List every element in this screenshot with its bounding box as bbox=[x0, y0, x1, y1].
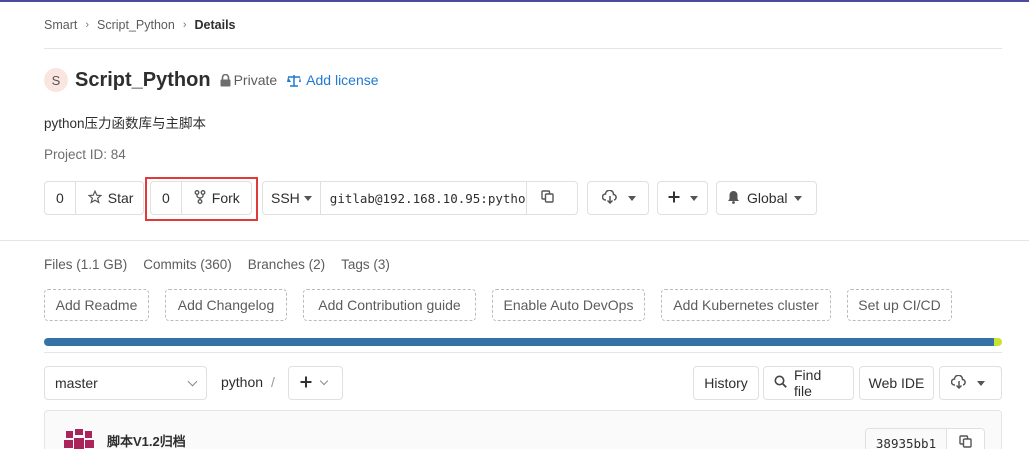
project-title-row: S Script_Python Private Add license bbox=[44, 68, 379, 92]
notification-dropdown[interactable]: Global bbox=[716, 181, 817, 215]
history-button[interactable]: History bbox=[693, 366, 759, 400]
add-license-link[interactable]: Add license bbox=[306, 72, 378, 88]
download-dropdown-inner bbox=[588, 182, 650, 214]
bell-icon bbox=[727, 190, 740, 207]
enable-auto-devops-button[interactable]: Enable Auto DevOps bbox=[492, 289, 645, 321]
files-stat[interactable]: Files (1.1 GB) bbox=[44, 257, 127, 272]
cloud-download-icon bbox=[950, 374, 967, 392]
repository-languages-bar[interactable] bbox=[44, 338, 1002, 346]
commits-stat[interactable]: Commits (360) bbox=[143, 257, 232, 272]
author-avatar[interactable] bbox=[62, 427, 96, 449]
language-segment[interactable] bbox=[994, 338, 1002, 346]
new-item-dropdown-inner bbox=[658, 182, 708, 214]
visibility-label: Private bbox=[233, 72, 278, 88]
breadcrumb-current[interactable]: Details bbox=[195, 18, 236, 32]
repo-path: python / bbox=[221, 374, 275, 390]
web-ide-button[interactable]: Web IDE bbox=[859, 366, 934, 400]
add-to-tree-dropdown[interactable] bbox=[288, 366, 343, 400]
breadcrumb-item-project[interactable]: Script_Python bbox=[97, 18, 175, 32]
caret-down-icon bbox=[794, 195, 803, 201]
last-commit-panel bbox=[44, 410, 1002, 449]
path-separator: / bbox=[271, 374, 275, 390]
caret-down-icon bbox=[628, 195, 636, 201]
page-title: Script_Python bbox=[75, 68, 211, 91]
breadcrumb: Smart › Script_Python › Details bbox=[44, 18, 236, 32]
language-segment[interactable] bbox=[44, 338, 995, 346]
plus-icon bbox=[300, 375, 312, 391]
plus-icon bbox=[668, 190, 680, 206]
new-item-dropdown[interactable] bbox=[657, 181, 708, 215]
clone-protocol-dropdown[interactable]: SSH bbox=[263, 182, 321, 214]
clone-url-input[interactable]: gitlab@192.168.10.95:python/Script_Pytho… bbox=[321, 191, 526, 206]
project-description: python压力函数库与主脚本 bbox=[44, 116, 207, 131]
project-id: Project ID: 84 bbox=[44, 147, 126, 162]
chevron-down-icon bbox=[319, 376, 329, 386]
project-stats: Files (1.1 GB) Commits (360) Branches (2… bbox=[44, 257, 390, 272]
star-button[interactable]: Star bbox=[76, 182, 146, 214]
breadcrumb-item-group[interactable]: Smart bbox=[44, 18, 77, 32]
highlight-box bbox=[145, 177, 258, 221]
chevron-right-icon: › bbox=[85, 19, 90, 31]
caret-down-icon bbox=[977, 380, 985, 386]
copy-sha-button[interactable] bbox=[946, 428, 985, 449]
add-contribution-guide-button[interactable]: Add Contribution guide bbox=[303, 289, 476, 321]
star-icon bbox=[87, 189, 103, 207]
tree-download-dropdown[interactable] bbox=[939, 366, 1002, 400]
add-to-tree-dropdown-inner bbox=[289, 367, 338, 399]
chevron-down-icon bbox=[187, 376, 198, 386]
divider bbox=[44, 352, 1002, 353]
divider bbox=[0, 240, 1029, 241]
tree-download-dropdown-inner bbox=[940, 367, 996, 399]
search-icon bbox=[774, 375, 787, 391]
find-file-inner: Find file bbox=[764, 367, 853, 399]
cloud-download-icon bbox=[601, 189, 618, 207]
top-accent-line bbox=[0, 0, 1029, 2]
star-button-group: 0 Star bbox=[44, 181, 144, 215]
scale-icon bbox=[287, 74, 302, 87]
star-count[interactable]: 0 bbox=[45, 182, 76, 214]
tags-stat[interactable]: Tags (3) bbox=[341, 257, 390, 272]
branches-stat[interactable]: Branches (2) bbox=[248, 257, 325, 272]
project-avatar: S bbox=[44, 68, 68, 92]
copy-icon bbox=[959, 435, 972, 449]
commit-message[interactable]: 脚本V1.2归档 bbox=[107, 431, 186, 449]
download-dropdown[interactable] bbox=[587, 181, 649, 215]
add-kubernetes-cluster-button[interactable]: Add Kubernetes cluster bbox=[661, 289, 831, 321]
setup-ci-cd-button[interactable]: Set up CI/CD bbox=[847, 289, 952, 321]
notification-dropdown-inner: Global bbox=[717, 182, 812, 214]
star-label: Star bbox=[107, 190, 134, 206]
path-segment[interactable]: python bbox=[221, 374, 263, 390]
add-readme-button[interactable]: Add Readme bbox=[44, 289, 149, 321]
lock-icon bbox=[220, 73, 231, 87]
copy-url-button[interactable] bbox=[525, 182, 568, 214]
copy-icon bbox=[541, 190, 554, 206]
clone-group: SSH gitlab@192.168.10.95:python/Script_P… bbox=[262, 181, 578, 215]
notification-label: Global bbox=[747, 190, 788, 206]
find-file-label: Find file bbox=[794, 367, 822, 399]
branch-select-value: master bbox=[55, 375, 98, 391]
branch-select[interactable]: master bbox=[44, 366, 207, 400]
find-file-button[interactable]: Find file bbox=[763, 366, 854, 400]
clone-protocol-label: SSH bbox=[271, 190, 300, 206]
divider bbox=[44, 48, 1002, 49]
commit-sha[interactable]: 38935bb1 bbox=[865, 428, 947, 449]
chevron-right-icon: › bbox=[182, 19, 187, 31]
caret-down-icon bbox=[303, 195, 312, 201]
add-changelog-button[interactable]: Add Changelog bbox=[165, 289, 287, 321]
caret-down-icon bbox=[690, 195, 698, 201]
